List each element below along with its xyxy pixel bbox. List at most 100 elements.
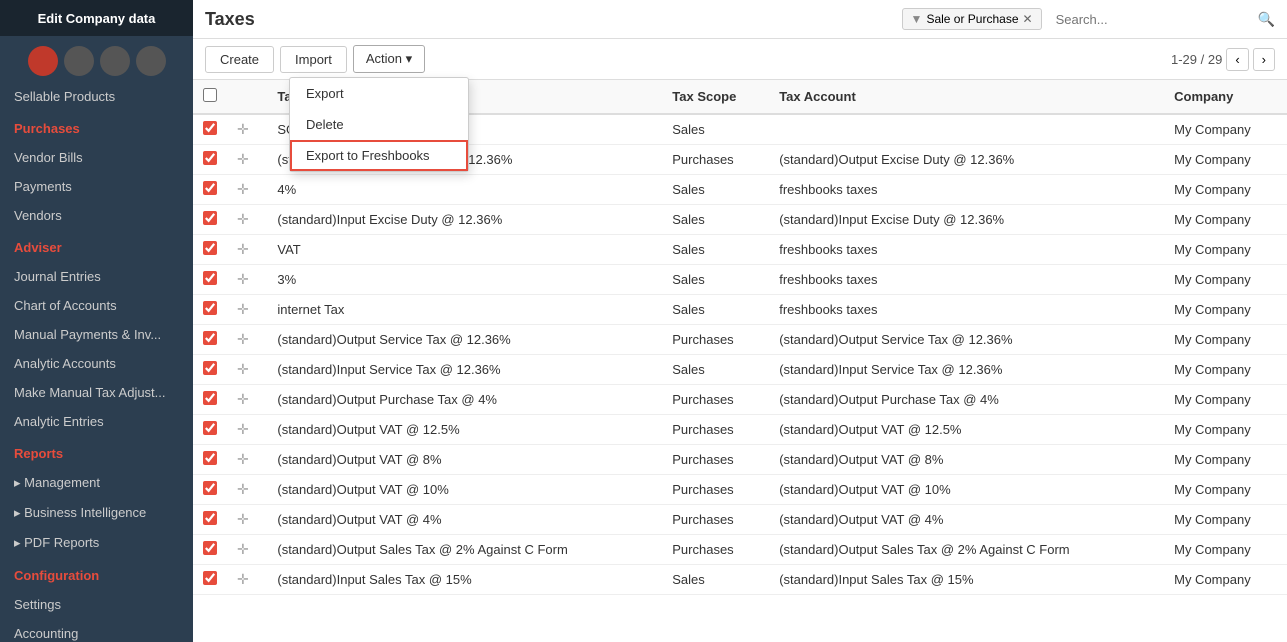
- topbar: Taxes ▼ Sale or Purchase ✕ 🔍: [193, 0, 1287, 39]
- row-tax-name[interactable]: (standard)Output VAT @ 10%: [267, 475, 662, 505]
- row-checkbox[interactable]: [203, 391, 217, 405]
- action-button[interactable]: Action ▾: [353, 45, 425, 73]
- row-drag-handle[interactable]: ✛: [227, 565, 267, 595]
- row-drag-handle[interactable]: ✛: [227, 205, 267, 235]
- search-input[interactable]: [1050, 9, 1250, 30]
- row-checkbox[interactable]: [203, 361, 217, 375]
- row-drag-handle[interactable]: ✛: [227, 445, 267, 475]
- row-company: My Company: [1164, 175, 1287, 205]
- prev-page-button[interactable]: ‹: [1226, 48, 1248, 71]
- sidebar-item-business-intelligence[interactable]: ▸ Business Intelligence: [0, 498, 193, 528]
- row-drag-handle[interactable]: ✛: [227, 325, 267, 355]
- row-drag-handle[interactable]: ✛: [227, 355, 267, 385]
- sidebar-item-analytic-entries[interactable]: Analytic Entries: [0, 407, 193, 436]
- page-title: Taxes: [205, 9, 255, 30]
- row-checkbox-cell: [193, 145, 227, 175]
- sidebar-item-payments[interactable]: Payments: [0, 172, 193, 201]
- row-checkbox-cell: [193, 205, 227, 235]
- row-drag-handle[interactable]: ✛: [227, 235, 267, 265]
- row-checkbox[interactable]: [203, 541, 217, 555]
- row-drag-handle[interactable]: ✛: [227, 265, 267, 295]
- row-tax-name[interactable]: 4%: [267, 175, 662, 205]
- row-company: My Company: [1164, 565, 1287, 595]
- funnel-icon: ▼: [911, 12, 923, 26]
- sidebar-item-chart-of-accounts[interactable]: Chart of Accounts: [0, 291, 193, 320]
- next-page-button[interactable]: ›: [1253, 48, 1275, 71]
- row-drag-handle[interactable]: ✛: [227, 415, 267, 445]
- sidebar-item-sellable-products[interactable]: Sellable Products: [0, 82, 193, 111]
- row-checkbox[interactable]: [203, 511, 217, 525]
- row-tax-account: (standard)Output Sales Tax @ 2% Against …: [769, 535, 1164, 565]
- row-tax-name[interactable]: (standard)Input Excise Duty @ 12.36%: [267, 205, 662, 235]
- header-company[interactable]: Company: [1164, 80, 1287, 114]
- row-tax-name[interactable]: (standard)Output VAT @ 8%: [267, 445, 662, 475]
- create-button[interactable]: Create: [205, 46, 274, 73]
- row-tax-name[interactable]: internet Tax: [267, 295, 662, 325]
- row-checkbox[interactable]: [203, 181, 217, 195]
- row-checkbox[interactable]: [203, 241, 217, 255]
- row-checkbox[interactable]: [203, 271, 217, 285]
- row-drag-handle[interactable]: ✛: [227, 295, 267, 325]
- row-checkbox[interactable]: [203, 151, 217, 165]
- sidebar-item-vendors[interactable]: Vendors: [0, 201, 193, 230]
- sidebar-item-settings[interactable]: Settings: [0, 590, 193, 619]
- dropdown-delete[interactable]: Delete: [290, 109, 468, 140]
- row-checkbox-cell: [193, 385, 227, 415]
- row-checkbox[interactable]: [203, 451, 217, 465]
- filter-tag: ▼ Sale or Purchase ✕: [902, 8, 1042, 30]
- filter-close-icon[interactable]: ✕: [1023, 12, 1033, 26]
- row-drag-handle[interactable]: ✛: [227, 385, 267, 415]
- row-checkbox-cell: [193, 415, 227, 445]
- row-tax-name[interactable]: 3%: [267, 265, 662, 295]
- dropdown-export-freshbooks[interactable]: Export to Freshbooks: [290, 140, 468, 171]
- row-tax-account: freshbooks taxes: [769, 295, 1164, 325]
- row-drag-handle[interactable]: ✛: [227, 114, 267, 145]
- row-checkbox-cell: [193, 505, 227, 535]
- row-checkbox-cell: [193, 265, 227, 295]
- row-checkbox[interactable]: [203, 421, 217, 435]
- sidebar-item-analytic-accounts[interactable]: Analytic Accounts: [0, 349, 193, 378]
- row-checkbox[interactable]: [203, 481, 217, 495]
- import-button[interactable]: Import: [280, 46, 347, 73]
- row-checkbox[interactable]: [203, 331, 217, 345]
- sidebar: Edit Company data Sellable Products Purc…: [0, 0, 193, 642]
- dropdown-export[interactable]: Export: [290, 78, 468, 109]
- row-checkbox[interactable]: [203, 211, 217, 225]
- row-drag-handle[interactable]: ✛: [227, 145, 267, 175]
- row-tax-name[interactable]: (standard)Input Service Tax @ 12.36%: [267, 355, 662, 385]
- header-drag: [227, 80, 267, 114]
- sidebar-item-vendor-bills[interactable]: Vendor Bills: [0, 143, 193, 172]
- search-button[interactable]: 🔍: [1258, 11, 1275, 28]
- row-checkbox[interactable]: [203, 571, 217, 585]
- row-drag-handle[interactable]: ✛: [227, 535, 267, 565]
- sidebar-item-accounting[interactable]: Accounting: [0, 619, 193, 642]
- row-company: My Company: [1164, 445, 1287, 475]
- row-company: My Company: [1164, 505, 1287, 535]
- row-tax-name[interactable]: (standard)Output VAT @ 12.5%: [267, 415, 662, 445]
- row-tax-name[interactable]: (standard)Output Purchase Tax @ 4%: [267, 385, 662, 415]
- sidebar-item-management[interactable]: ▸ Management: [0, 468, 193, 498]
- sidebar-item-manual-payments[interactable]: Manual Payments & Inv...: [0, 320, 193, 349]
- row-tax-scope: Purchases: [662, 535, 769, 565]
- header-tax-scope[interactable]: Tax Scope: [662, 80, 769, 114]
- row-company: My Company: [1164, 415, 1287, 445]
- table-row: ✛ 3% Sales freshbooks taxes My Company: [193, 265, 1287, 295]
- row-checkbox[interactable]: [203, 301, 217, 315]
- header-tax-account[interactable]: Tax Account: [769, 80, 1164, 114]
- sidebar-item-make-manual-tax[interactable]: Make Manual Tax Adjust...: [0, 378, 193, 407]
- row-checkbox[interactable]: [203, 121, 217, 135]
- sidebar-item-pdf-reports[interactable]: ▸ PDF Reports: [0, 528, 193, 558]
- row-tax-name[interactable]: (standard)Output VAT @ 4%: [267, 505, 662, 535]
- row-drag-handle[interactable]: ✛: [227, 505, 267, 535]
- row-tax-name[interactable]: (standard)Output Sales Tax @ 2% Against …: [267, 535, 662, 565]
- row-tax-name[interactable]: (standard)Input Sales Tax @ 15%: [267, 565, 662, 595]
- row-tax-name[interactable]: VAT: [267, 235, 662, 265]
- row-checkbox-cell: [193, 235, 227, 265]
- row-drag-handle[interactable]: ✛: [227, 475, 267, 505]
- row-tax-scope: Sales: [662, 205, 769, 235]
- row-drag-handle[interactable]: ✛: [227, 175, 267, 205]
- logo-dot-2: [64, 46, 94, 76]
- select-all-checkbox[interactable]: [203, 88, 217, 102]
- row-tax-name[interactable]: (standard)Output Service Tax @ 12.36%: [267, 325, 662, 355]
- sidebar-item-journal-entries[interactable]: Journal Entries: [0, 262, 193, 291]
